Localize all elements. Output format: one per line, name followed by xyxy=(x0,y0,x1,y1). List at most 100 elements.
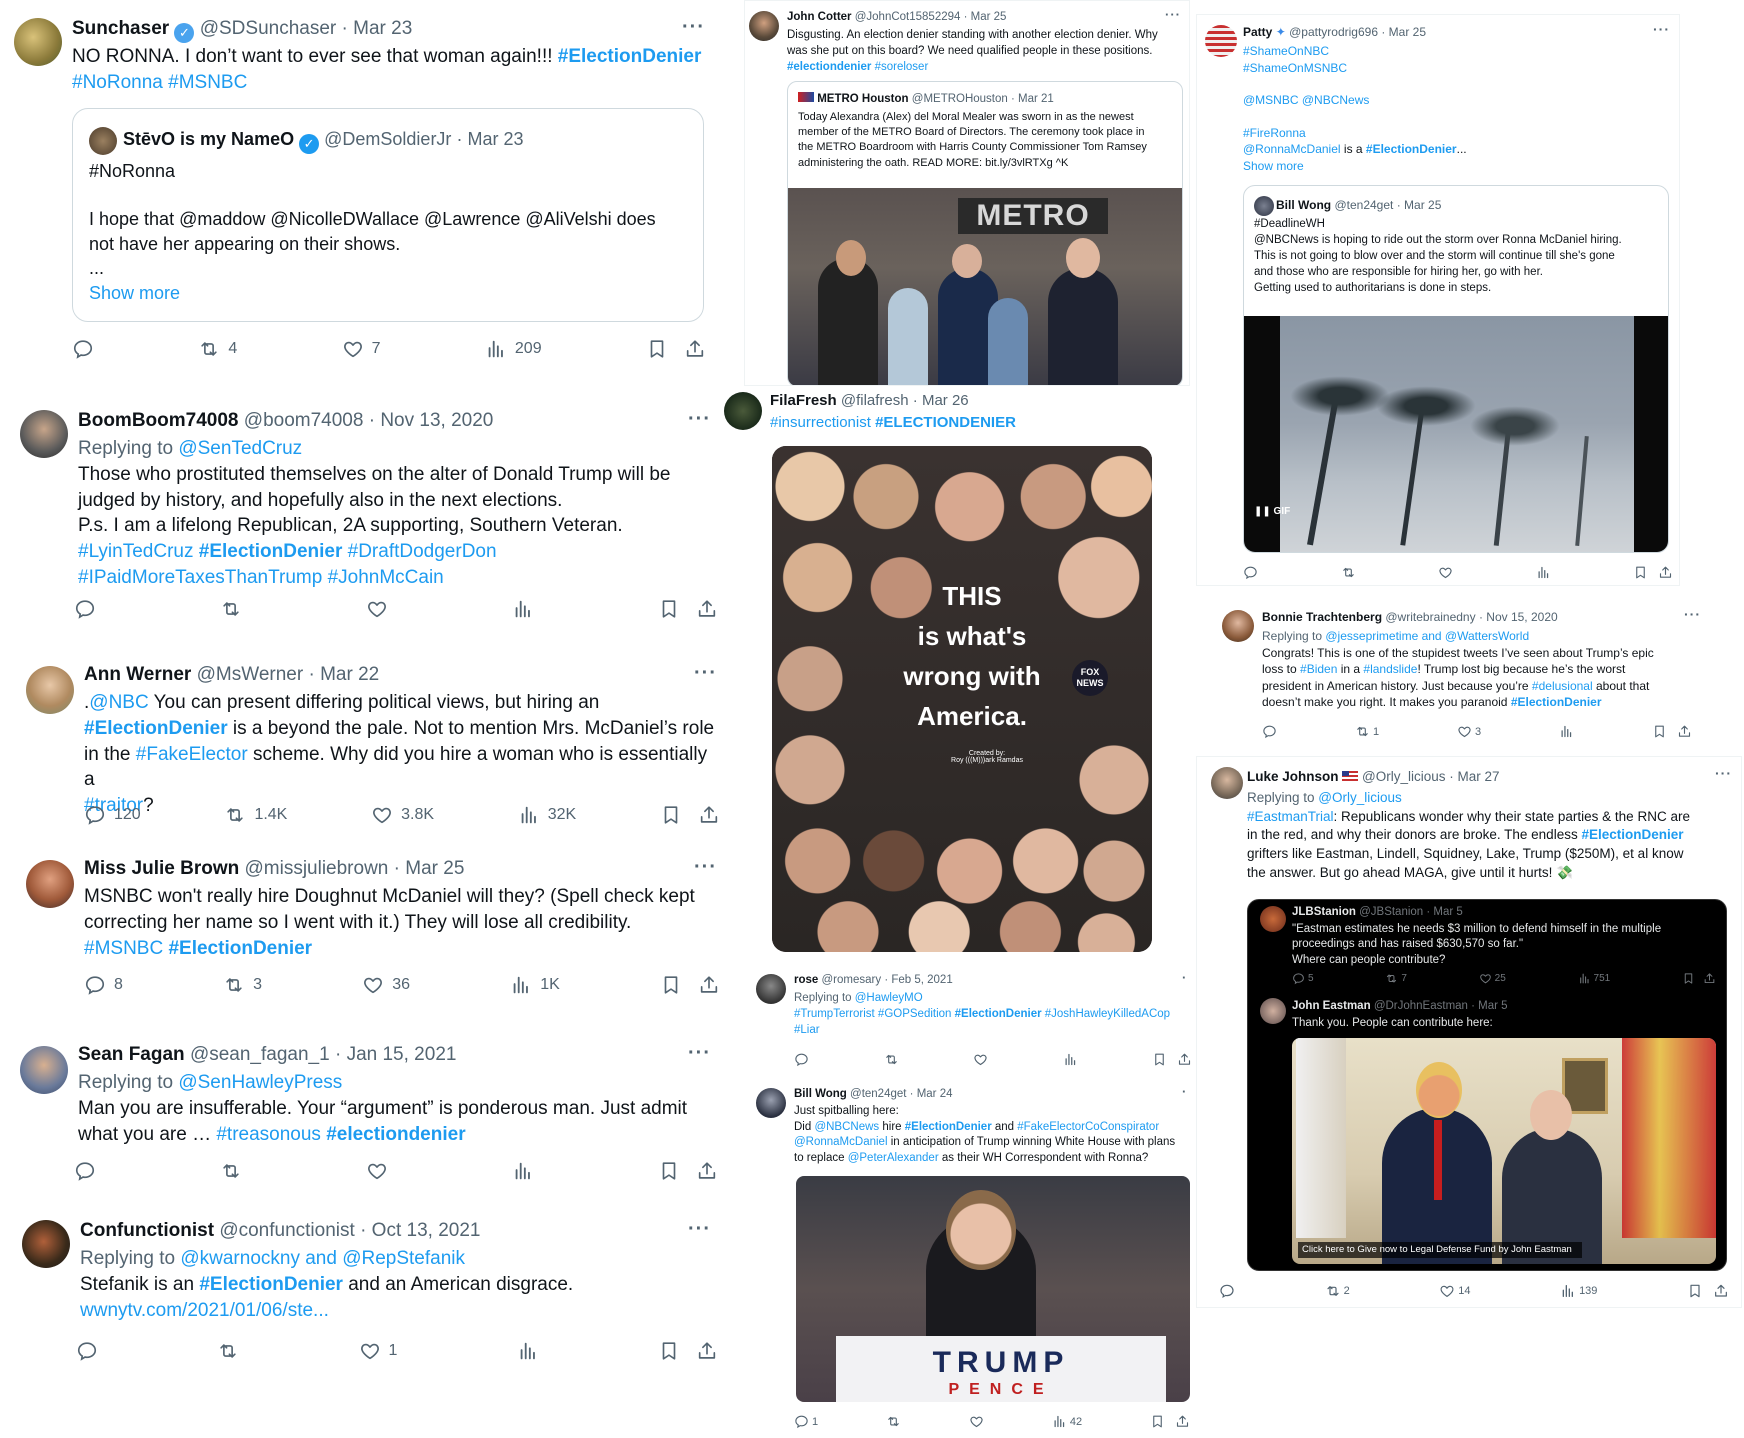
views-button[interactable] xyxy=(512,598,534,620)
gif-badge[interactable]: ❚❚ GIF xyxy=(1254,506,1290,517)
avatar[interactable] xyxy=(26,860,74,908)
author-handle[interactable]: @missjuliebrown xyxy=(244,858,388,879)
author-handle[interactable]: @confunctionist xyxy=(219,1220,354,1241)
reply-mention-link[interactable]: @HawleyMO xyxy=(855,992,923,1004)
avatar[interactable] xyxy=(1222,610,1254,642)
hashtag-link[interactable]: #Biden xyxy=(1300,662,1337,676)
tweet-bonnie[interactable]: Bonnie Trachtenberg @writebrainedny · No… xyxy=(1214,600,1714,750)
like-button[interactable]: 3.8K xyxy=(371,804,434,826)
more-options-icon[interactable]: ··· xyxy=(688,408,711,431)
like-button[interactable]: 14 xyxy=(1439,1283,1471,1299)
tweet-date[interactable]: · Jan 15, 2021 xyxy=(335,1044,456,1065)
mention-link[interactable]: @PeterAlexander xyxy=(848,1152,939,1164)
bookmark-icon[interactable] xyxy=(658,1160,680,1182)
like-button[interactable] xyxy=(973,1052,988,1067)
author-name[interactable]: Sean Fagan xyxy=(78,1044,185,1065)
bookmark-icon[interactable] xyxy=(658,1340,680,1362)
collage-image[interactable]: THIS is what's wrong with America. Creat… xyxy=(772,446,1152,952)
hashtag-link[interactable]: #ElectionDenier xyxy=(168,938,312,959)
tweet-boomboom[interactable]: BoomBoom74008 @boom74008 · Nov 13, 2020 … xyxy=(4,396,722,638)
hashtag-link[interactable]: #ElectionDenier xyxy=(955,1008,1042,1020)
mention-link[interactable]: @MSNBC @NBCNews xyxy=(1243,92,1663,109)
share-icon[interactable] xyxy=(696,1340,718,1362)
tweet-confunctionist[interactable]: Confunctionist @confunctionist · Oct 13,… xyxy=(4,1206,722,1382)
tweet-date[interactable]: · Nov 13, 2020 xyxy=(369,410,494,431)
avatar[interactable] xyxy=(20,1046,68,1094)
author-handle[interactable]: @romesary xyxy=(822,974,882,986)
tweet-date[interactable]: · Feb 5, 2021 xyxy=(884,974,952,986)
reply-button[interactable]: 5 xyxy=(1292,972,1314,985)
avatar[interactable] xyxy=(756,974,786,1004)
hashtag-link[interactable]: #electiondenier xyxy=(326,1124,465,1145)
retweet-button[interactable] xyxy=(220,598,242,620)
retweet-button[interactable]: 3 xyxy=(223,974,262,996)
reply-button[interactable]: 1 xyxy=(794,1414,818,1429)
hashtag-link[interactable]: #ElectionDenier xyxy=(199,541,343,562)
reply-button[interactable] xyxy=(1219,1283,1235,1299)
hashtag-link[interactable]: #ELECTIONDENIER xyxy=(875,414,1016,431)
reply-button[interactable]: 8 xyxy=(84,974,123,996)
more-options-icon[interactable]: ··· xyxy=(694,856,717,879)
hashtag-link[interactable]: #FakeElector xyxy=(136,744,248,765)
avatar[interactable] xyxy=(26,666,74,714)
views-button[interactable] xyxy=(1559,724,1574,739)
retweet-button[interactable]: 1.4K xyxy=(224,804,287,826)
share-icon[interactable] xyxy=(1175,1414,1190,1429)
reply-button[interactable] xyxy=(76,1340,98,1362)
hashtag-link[interactable]: #NoRonna #MSNBC xyxy=(72,70,712,96)
share-icon[interactable] xyxy=(696,598,718,620)
retweet-button[interactable]: 2 xyxy=(1325,1283,1350,1299)
more-options-icon[interactable]: ··· xyxy=(688,1218,711,1241)
retweet-button[interactable]: 4 xyxy=(198,338,237,360)
retweet-button[interactable] xyxy=(884,1052,899,1067)
share-icon[interactable] xyxy=(1658,565,1673,580)
tweet-date[interactable]: · Mar 25 xyxy=(1381,25,1426,39)
tweet-date[interactable]: · Mar 25 xyxy=(964,11,1007,23)
bookmark-icon[interactable] xyxy=(658,598,680,620)
views-button[interactable]: 139 xyxy=(1560,1283,1597,1299)
avatar[interactable] xyxy=(14,18,62,66)
reply-button[interactable] xyxy=(1262,724,1277,739)
avatar[interactable] xyxy=(724,392,762,430)
more-options-icon[interactable]: ··· xyxy=(1715,765,1732,781)
views-button[interactable]: 209 xyxy=(485,338,542,360)
author-name[interactable]: Confunctionist xyxy=(80,1220,214,1241)
hashtag-link[interactable]: #ElectionDenier xyxy=(199,1274,343,1295)
hashtag-link[interactable]: #DraftDodgerDon xyxy=(348,541,497,562)
more-options-icon[interactable]: ··· xyxy=(694,662,717,685)
like-button[interactable] xyxy=(366,1160,388,1182)
like-button[interactable]: 7 xyxy=(342,338,381,360)
hashtag-link[interactable]: #soreloser xyxy=(875,61,929,73)
tweet-filafresh[interactable]: FilaFresh @filafresh · Mar 26 #insurrect… xyxy=(720,386,1210,960)
tweet-patty[interactable]: Patty ✦ @pattyrodrig696 · Mar 25 ··· #Sh… xyxy=(1196,14,1680,586)
retweet-button[interactable] xyxy=(217,1340,239,1362)
retweet-button[interactable]: 1 xyxy=(1355,724,1379,739)
views-button[interactable]: 1K xyxy=(510,974,560,996)
tweet-date[interactable]: · Mar 23 xyxy=(342,18,413,39)
hashtag-link[interactable]: #delusional xyxy=(1532,679,1593,693)
tweet-date[interactable]: · Mar 26 xyxy=(913,392,969,409)
more-options-icon[interactable]: · xyxy=(1182,1084,1187,1099)
author-name[interactable]: Bonnie Trachtenberg xyxy=(1262,610,1382,624)
tweet-date[interactable]: · Oct 13, 2021 xyxy=(360,1220,480,1241)
show-more-link[interactable]: Show more xyxy=(89,281,689,305)
more-options-icon[interactable]: ··· xyxy=(682,16,705,39)
gif-hurricane[interactable]: ❚❚ GIF xyxy=(1244,316,1668,552)
views-button[interactable] xyxy=(512,1160,534,1182)
hashtag-link[interactable]: #Liar xyxy=(794,1022,1194,1038)
reply-mention-link[interactable]: @kwarnockny and @RepStefanik xyxy=(180,1248,465,1269)
reply-button[interactable]: 120 xyxy=(84,804,141,826)
show-more-link[interactable]: Show more xyxy=(1243,158,1663,175)
tweet-john-cotter[interactable]: John Cotter @JohnCot15852294 · Mar 25 ··… xyxy=(744,0,1190,386)
photo-metro-board[interactable]: METRO xyxy=(788,188,1182,385)
hashtag-link[interactable]: #ShameOnMSNBC xyxy=(1243,60,1663,77)
author-name[interactable]: Miss Julie Brown xyxy=(84,858,239,879)
bookmark-icon[interactable] xyxy=(660,974,682,996)
bookmark-icon[interactable] xyxy=(646,338,668,360)
more-options-icon[interactable]: ··· xyxy=(1684,606,1701,622)
mention-link[interactable]: @RonnaMcDaniel xyxy=(1243,142,1341,156)
retweet-button[interactable] xyxy=(1341,565,1356,580)
more-options-icon[interactable]: · xyxy=(1182,970,1187,985)
share-icon[interactable] xyxy=(1703,972,1716,985)
author-handle[interactable]: @filafresh xyxy=(841,392,909,409)
